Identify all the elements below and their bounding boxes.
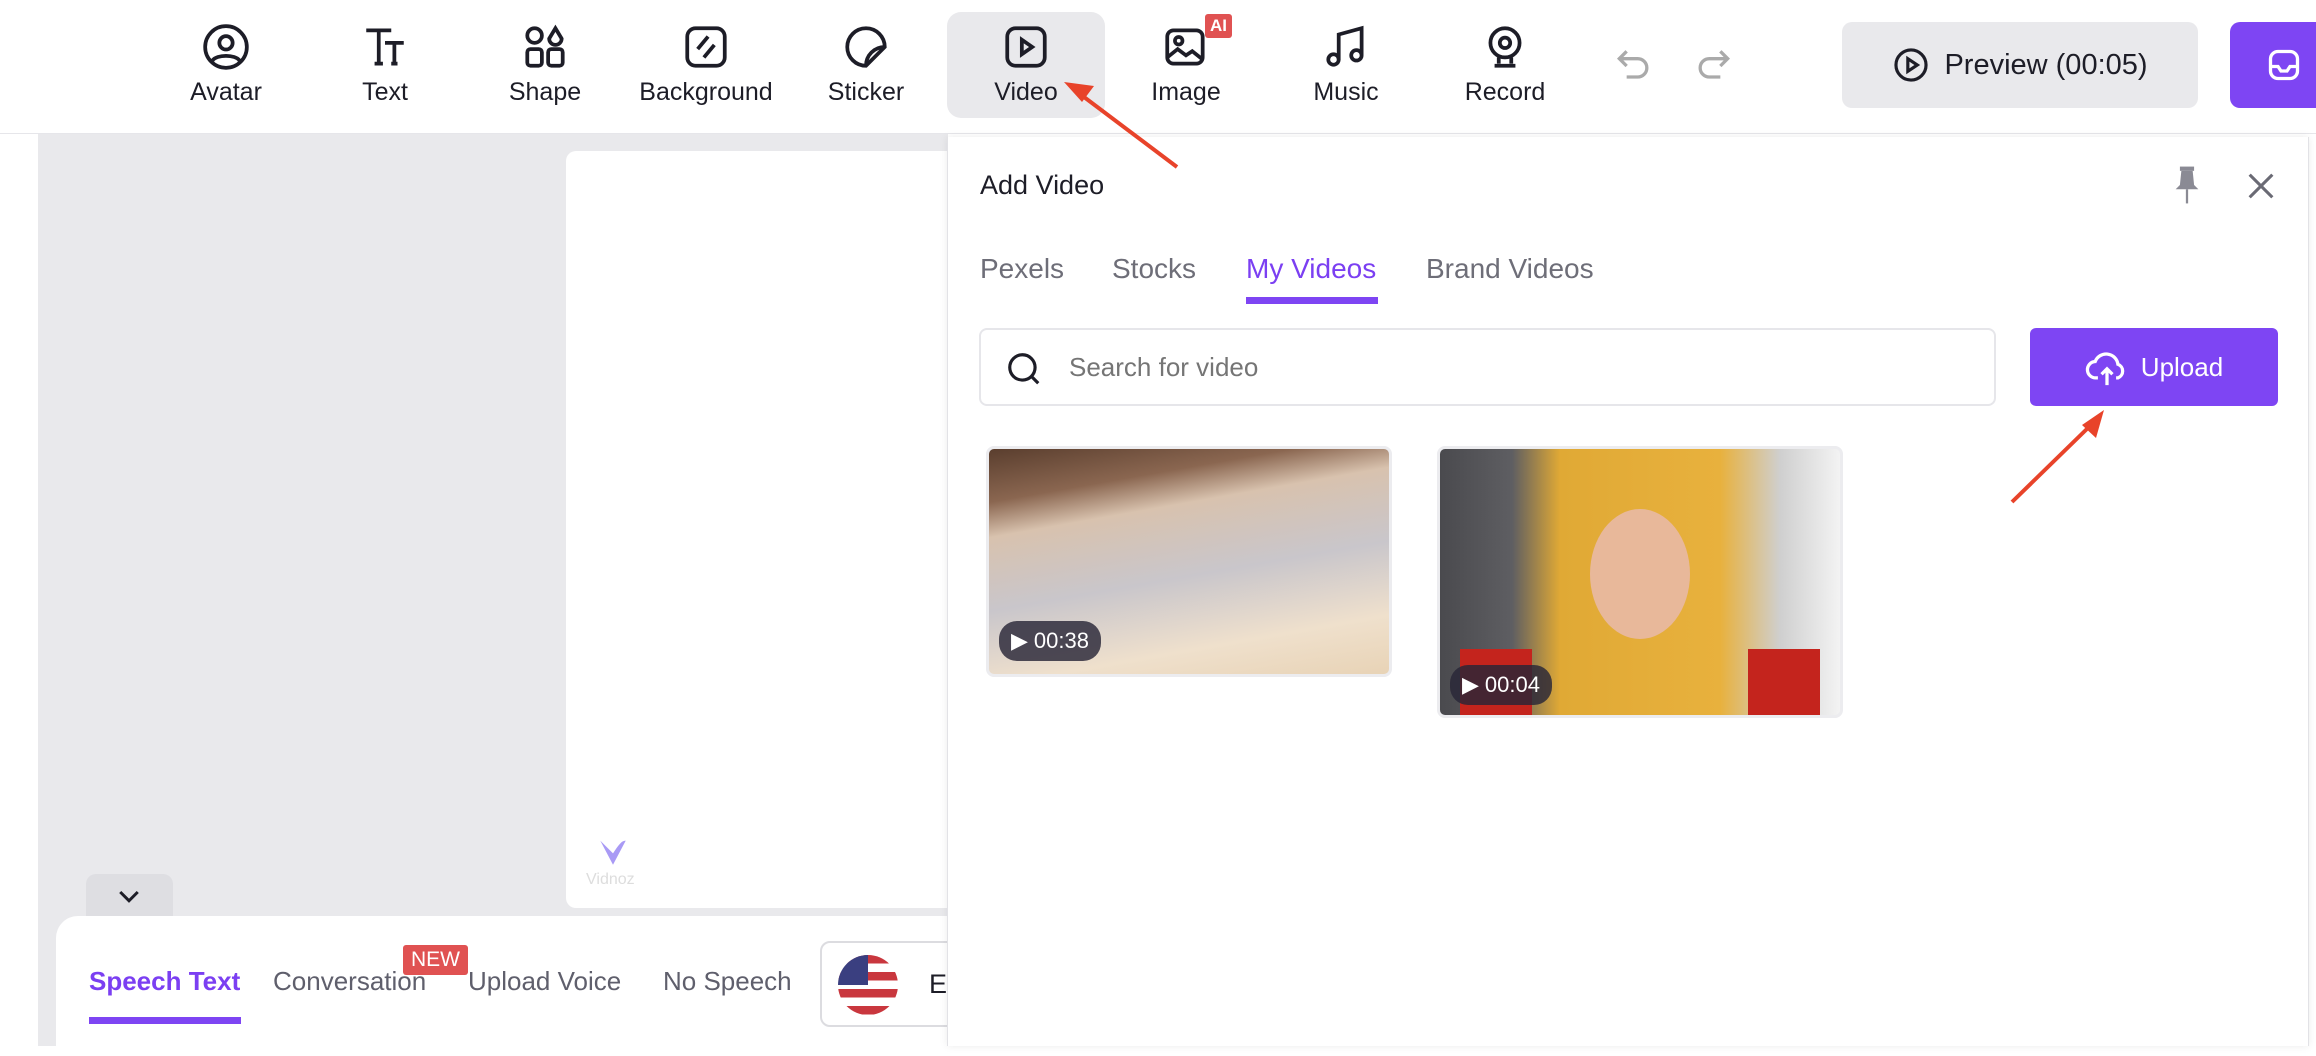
duration-text: 00:04 [1484, 672, 1540, 697]
background-icon [685, 26, 727, 68]
video-icon [1005, 26, 1047, 68]
upload-button[interactable]: Upload [2030, 328, 2278, 406]
play-icon: ▶ [1462, 672, 1479, 697]
us-flag-icon [838, 955, 898, 1015]
active-tab-underline [89, 1017, 241, 1024]
search-icon [1008, 353, 1040, 385]
image-icon [1165, 28, 1205, 66]
tool-shape[interactable]: Shape [466, 12, 624, 118]
sticker-icon [845, 26, 887, 68]
play-icon: ▶ [1011, 628, 1028, 653]
tab-pexels[interactable]: Pexels [980, 253, 1064, 285]
tab-stocks[interactable]: Stocks [1112, 253, 1196, 285]
tool-label: Video [994, 78, 1058, 106]
watermark-text: Vidnoz [586, 871, 635, 888]
language-label: E [929, 969, 948, 999]
undo-icon[interactable] [1612, 44, 1656, 88]
pin-icon[interactable] [2170, 165, 2204, 205]
tool-music[interactable]: Music [1267, 12, 1425, 118]
tab-speech-text[interactable]: Speech Text [89, 966, 240, 997]
ai-badge: AI [1205, 14, 1232, 38]
duration-badge: ▶ 00:04 [1450, 665, 1552, 705]
close-icon[interactable] [2244, 169, 2278, 203]
tool-label: Text [362, 78, 408, 106]
tool-text[interactable]: Text [306, 12, 464, 118]
tool-label: Record [1464, 78, 1546, 106]
tab-brand-videos[interactable]: Brand Videos [1426, 253, 1594, 285]
tool-image[interactable]: AI Image [1107, 12, 1265, 118]
tool-label: Image [1151, 78, 1221, 106]
tool-label: Avatar [190, 78, 262, 106]
left-strip [0, 134, 38, 1046]
tab-my-videos[interactable]: My Videos [1246, 253, 1376, 285]
tool-video[interactable]: Video [947, 12, 1105, 118]
chevron-down-icon [119, 890, 139, 903]
vidnoz-logo-icon [600, 840, 626, 865]
video-thumbnail[interactable]: ▶ 00:04 [1437, 446, 1843, 718]
speech-panel: Speech Text Conversation NEW Upload Voic… [56, 916, 1070, 1056]
tool-sticker[interactable]: Sticker [787, 12, 945, 118]
panel-title: Add Video [980, 170, 1105, 200]
tab-no-speech[interactable]: No Speech [663, 966, 792, 997]
redo-icon[interactable] [1691, 44, 1735, 88]
search-box[interactable] [979, 328, 1996, 406]
cloud-upload-icon [2085, 352, 2125, 386]
video-thumbnail[interactable]: ▶ 00:38 [986, 446, 1392, 677]
shape-icon [525, 24, 565, 68]
play-circle-icon [1894, 48, 1929, 82]
duration-badge: ▶ 00:38 [999, 621, 1101, 661]
text-icon [366, 28, 404, 66]
tool-label: Sticker [827, 78, 905, 106]
active-tab-underline [1246, 297, 1378, 304]
top-toolbar: Avatar Text Shape Background Sticker Vid… [0, 0, 2316, 134]
preview-label: Preview (00:05) [1944, 48, 2148, 81]
export-button[interactable] [2230, 22, 2316, 108]
person-face [1590, 509, 1690, 639]
inbox-icon [2268, 49, 2300, 81]
tool-label: Music [1313, 78, 1379, 106]
tool-record[interactable]: Record [1426, 12, 1584, 118]
duration-text: 00:38 [1033, 628, 1089, 653]
collapse-button[interactable] [86, 874, 173, 920]
avatar-icon [203, 24, 249, 70]
tool-label: Shape [508, 78, 582, 106]
preview-button[interactable]: Preview (00:05) [1842, 22, 2198, 108]
tab-upload-voice[interactable]: Upload Voice [468, 966, 621, 997]
tool-avatar[interactable]: Avatar [147, 12, 305, 118]
tool-label: Background [639, 78, 773, 106]
upload-label: Upload [2140, 351, 2224, 382]
tool-background[interactable]: Background [627, 12, 785, 118]
video-canvas[interactable]: Vidnoz [566, 151, 966, 908]
webcam-icon [1488, 26, 1522, 68]
search-input[interactable] [1069, 346, 1969, 388]
music-icon [1326, 25, 1364, 67]
add-video-panel: Add Video Pexels Stocks My Videos Brand … [947, 137, 2309, 1046]
new-badge: NEW [403, 945, 468, 975]
